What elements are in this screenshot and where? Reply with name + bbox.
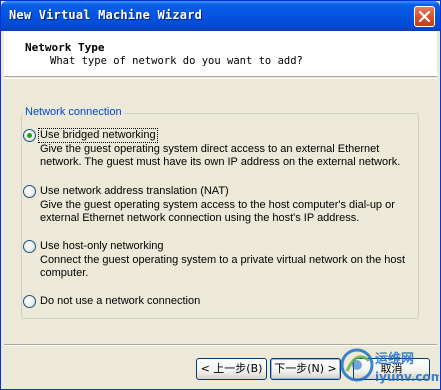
option-desc-nat: Give the guest operating system access t… xyxy=(40,199,395,224)
page-title: Network Type xyxy=(25,41,105,54)
title-bar[interactable]: New Virtual Machine Wizard xyxy=(1,1,440,31)
close-icon xyxy=(419,11,430,22)
group-legend: Network connection xyxy=(23,106,124,118)
option-label-no-network[interactable]: Do not use a network connection xyxy=(40,295,200,308)
option-label-host-only[interactable]: Use host-only networking xyxy=(40,240,164,253)
header-panel: Network Type What type of network do you… xyxy=(4,31,437,77)
radio-host-only[interactable] xyxy=(23,240,36,253)
option-desc-host-only: Connect the guest operating system to a … xyxy=(40,254,406,279)
radio-bridged[interactable] xyxy=(23,129,36,142)
option-desc-bridged: Give the guest operating system direct a… xyxy=(40,143,401,168)
wizard-window: New Virtual Machine Wizard Network Type … xyxy=(0,0,441,390)
back-button[interactable]: < 上一步(B) xyxy=(196,358,267,380)
page-subtitle: What type of network do you want to add? xyxy=(50,55,303,67)
radio-no-network[interactable] xyxy=(23,295,36,308)
close-button[interactable] xyxy=(414,6,435,27)
cancel-button[interactable]: 取消 xyxy=(353,358,430,380)
next-button[interactable]: 下一步(N) > xyxy=(270,358,341,380)
window-title: New Virtual Machine Wizard xyxy=(9,8,203,22)
option-label-nat[interactable]: Use network address translation (NAT) xyxy=(40,185,229,198)
radio-nat[interactable] xyxy=(23,185,36,198)
button-divider-highlight xyxy=(4,345,437,346)
option-label-bridged[interactable]: Use bridged networking xyxy=(38,128,158,143)
header-divider xyxy=(4,78,437,79)
